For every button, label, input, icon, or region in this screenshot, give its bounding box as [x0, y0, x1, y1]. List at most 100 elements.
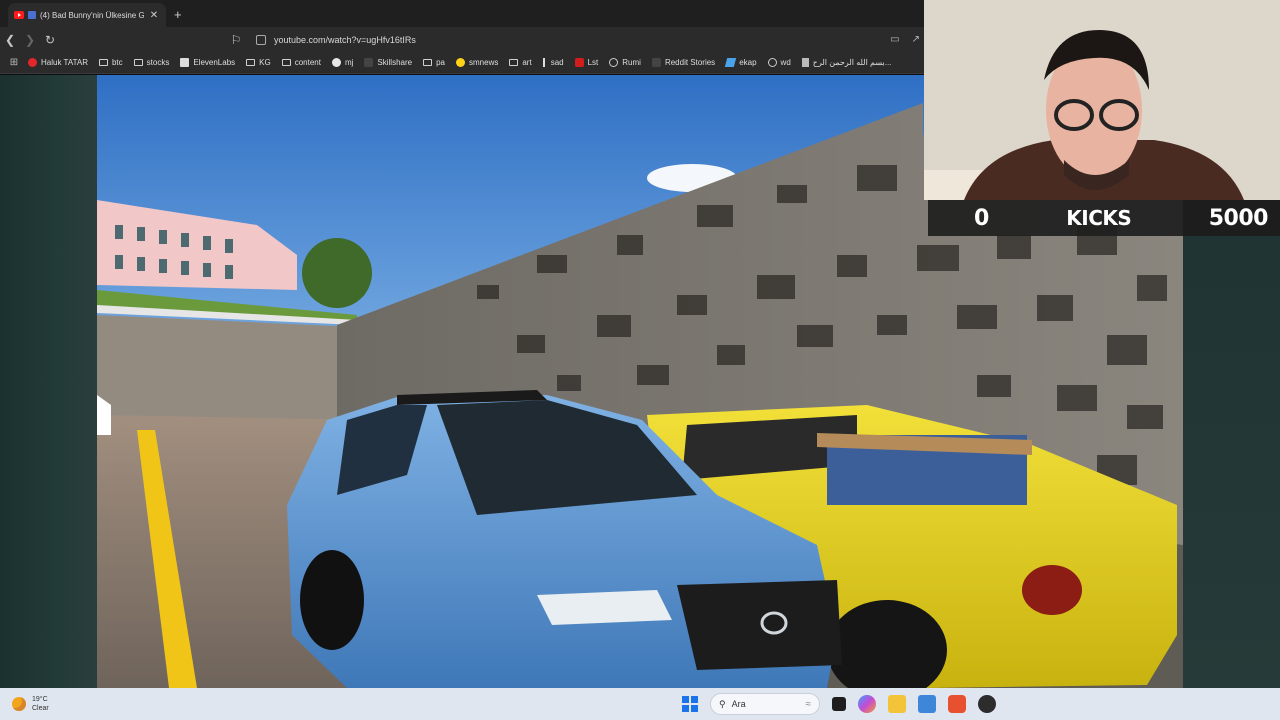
bookmark-item[interactable]: wd: [767, 58, 791, 67]
task-view-icon[interactable]: [832, 697, 846, 711]
taskbar-search[interactable]: ⚲ Ara ≈: [710, 693, 820, 715]
search-icon: ⚲: [719, 698, 726, 709]
share-icon[interactable]: ↗: [912, 34, 920, 45]
bookmark-item[interactable]: ElevenLabs: [180, 58, 235, 67]
kicks-label: KICKS: [1066, 206, 1132, 230]
browser-toolbar: ❮ ❯ ↻ ⚐ youtube.com/watch?v=ugHfv16tIRs …: [0, 27, 924, 52]
bookmark-item[interactable]: Reddit Stories: [651, 58, 716, 67]
reload-icon[interactable]: ↻: [40, 30, 60, 50]
tab-bar: (4) Bad Bunny'nin Ülkesine Gi ✕ +: [0, 0, 924, 27]
bookmark-label: Haluk TATAR: [41, 58, 88, 67]
bookmark-item[interactable]: mj: [331, 58, 354, 67]
left-sidebar: [0, 75, 97, 688]
bookmark-item[interactable]: btc: [98, 58, 123, 67]
bookmark-item[interactable]: KG: [246, 58, 271, 67]
bookmark-label: sad: [550, 58, 564, 67]
audio-playing-icon[interactable]: [28, 11, 36, 19]
taskbar-center: ⚲ Ara ≈: [682, 692, 996, 716]
bookmark-label: Skillshare: [377, 58, 413, 67]
bookmark-item[interactable]: stocks: [133, 58, 170, 67]
bookmark-label: mj: [344, 58, 354, 67]
bookmarks-bar: ⊞ Haluk TATAR btc stocks ElevenLabs KG c…: [0, 52, 924, 74]
github-icon: [331, 58, 341, 67]
bookmark-label: content: [294, 58, 321, 67]
page-icon: [801, 58, 809, 67]
bookmark-label: Lst: [587, 58, 599, 67]
bookmark-item[interactable]: Rumi: [609, 58, 641, 67]
low-wall: [97, 315, 367, 420]
weather-text: 19°C Clear: [32, 695, 49, 713]
folder-icon: [98, 59, 108, 66]
bookmark-label: art: [522, 58, 532, 67]
bookmark-label: btc: [111, 58, 123, 67]
bookmark-label: stocks: [146, 58, 170, 67]
address-bar[interactable]: ⚐ youtube.com/watch?v=ugHfv16tIRs: [230, 30, 890, 50]
weather-widget[interactable]: 19°C Clear: [12, 695, 49, 713]
file-explorer-icon[interactable]: [888, 695, 906, 713]
right-panel: [1183, 236, 1280, 688]
blue-icon: [724, 58, 737, 67]
red-circle-icon: [28, 58, 37, 67]
screen: (4) Bad Bunny'nin Ülkesine Gi ✕ + ❮ ❯ ↻ …: [0, 0, 1280, 720]
back-icon[interactable]: ❮: [0, 30, 20, 50]
webcam-feed: [924, 0, 1280, 200]
globe-icon: [609, 58, 619, 67]
search-placeholder: Ara: [731, 699, 746, 709]
kicks-count: 0: [974, 205, 989, 231]
bookmark-item[interactable]: Haluk TATAR: [28, 58, 88, 67]
browser-tab[interactable]: (4) Bad Bunny'nin Ülkesine Gi ✕: [8, 3, 166, 27]
copilot-icon[interactable]: [858, 695, 876, 713]
forward-icon[interactable]: ❯: [20, 30, 40, 50]
folder-icon: [281, 59, 291, 66]
bookmark-label: smnews: [469, 58, 499, 67]
bookmark-label: ekap: [739, 58, 757, 67]
bookmark-item[interactable]: smnews: [456, 58, 498, 67]
bookmark-item[interactable]: Lst: [574, 58, 599, 67]
bookmark-label: Reddit Stories: [664, 58, 716, 67]
bookmark-item[interactable]: content: [281, 58, 321, 67]
bookmark-label: بسم الله الرحمن الرح...: [812, 58, 892, 67]
weather-temp: 19°C: [32, 696, 48, 703]
kicks-goal: 5000: [1208, 205, 1269, 231]
folder-icon: [423, 59, 433, 66]
slash-icon: [542, 58, 547, 67]
brave-browser-icon[interactable]: [948, 695, 966, 713]
weather-desc: Clear: [32, 705, 49, 712]
youtube-icon: [14, 11, 24, 19]
bookmark-item[interactable]: بسم الله الرحمن الرح...: [801, 58, 892, 67]
new-tab-button[interactable]: +: [174, 7, 182, 22]
folder-icon: [246, 59, 256, 66]
toolbar-right: ▭ ↗: [890, 34, 920, 45]
bookmark-item[interactable]: Skillshare: [364, 58, 412, 67]
search-highlight-icon: ≈: [805, 698, 812, 710]
globe-icon: [767, 58, 777, 67]
box-icon: [180, 58, 190, 67]
obs-studio-icon[interactable]: [978, 695, 996, 713]
webcam-overlay: [924, 0, 1280, 200]
bookmark-icon[interactable]: ⚐: [230, 30, 242, 50]
dark-square-icon: [364, 58, 374, 67]
apps-grid-icon[interactable]: ⊞: [0, 57, 28, 68]
tab-title: (4) Bad Bunny'nin Ülkesine Gi: [40, 10, 144, 20]
bookmark-label: wd: [780, 58, 791, 67]
bookmark-item[interactable]: ekap: [724, 58, 757, 67]
s-icon: [574, 58, 584, 67]
address-text[interactable]: youtube.com/watch?v=ugHfv16tIRs: [274, 35, 416, 45]
bookmark-item[interactable]: art: [509, 58, 532, 67]
close-tab-icon[interactable]: ✕: [148, 10, 160, 21]
windows-start-icon[interactable]: [682, 696, 698, 712]
taskbar: 19°C Clear ⚲ Ara ≈: [0, 688, 1280, 720]
site-info-icon[interactable]: [256, 34, 266, 45]
bookmark-item[interactable]: sad: [542, 58, 564, 67]
bookmark-item[interactable]: pa: [423, 58, 445, 67]
dark-square-icon: [651, 58, 661, 67]
truck-taillight: [1022, 565, 1082, 615]
snipping-tool-icon[interactable]: [918, 695, 936, 713]
cast-icon[interactable]: ▭: [890, 34, 899, 45]
folder-icon: [133, 59, 143, 66]
tree: [302, 238, 372, 308]
suv-wheel: [300, 550, 364, 650]
smiley-icon: [456, 58, 465, 67]
folder-icon: [509, 59, 519, 66]
suv-grille: [677, 580, 842, 670]
